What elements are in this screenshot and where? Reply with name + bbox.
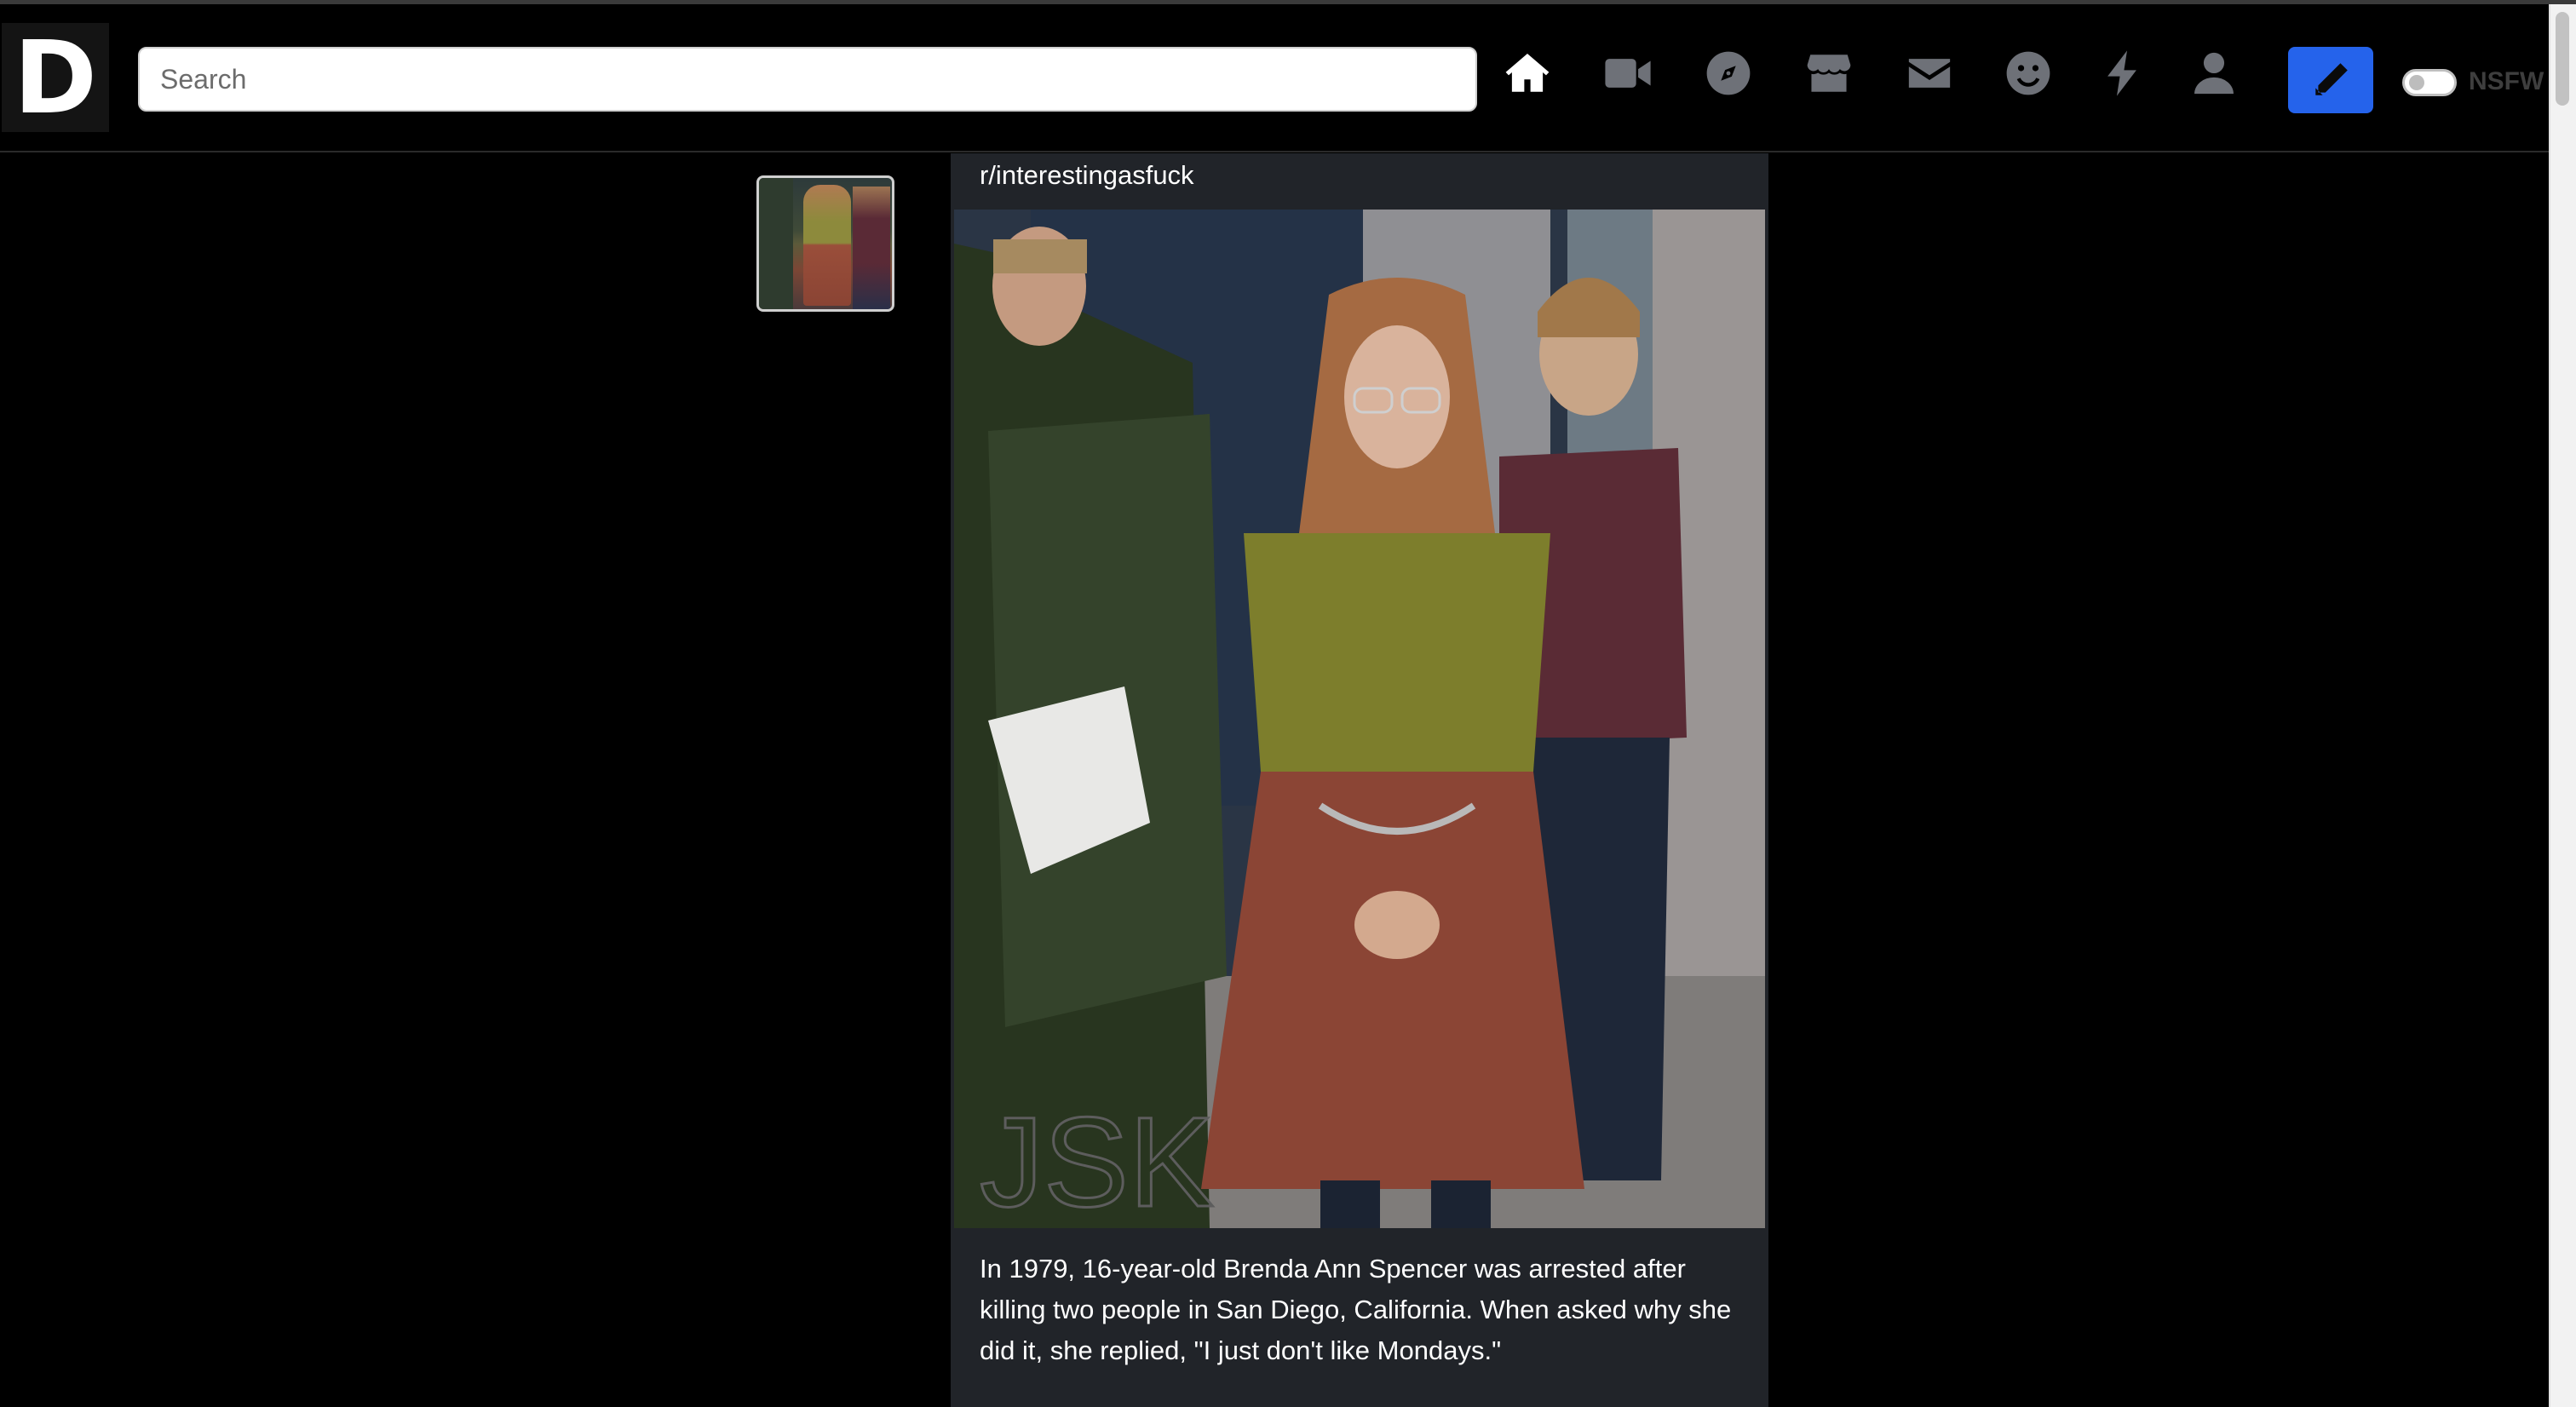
bolt-icon[interactable]	[2092, 43, 2152, 103]
video-icon[interactable]	[1598, 43, 1658, 103]
page-scrollbar[interactable]	[2549, 4, 2576, 1407]
home-icon[interactable]	[1498, 43, 1557, 103]
smiley-icon[interactable]	[1998, 43, 2058, 103]
subreddit-link[interactable]: r/interestingasfuck	[980, 160, 1194, 191]
nsfw-toggle[interactable]	[2402, 69, 2457, 96]
post-thumbnail[interactable]	[756, 175, 894, 312]
site-logo[interactable]: D	[2, 23, 109, 132]
nsfw-toggle-knob	[2409, 75, 2424, 90]
page-scrollbar-thumb[interactable]	[2556, 12, 2569, 106]
search-input[interactable]	[138, 47, 1477, 112]
post-image[interactable]: JSK	[954, 210, 1765, 1228]
compose-post-button[interactable]	[2288, 47, 2373, 113]
pencil-icon	[2315, 63, 2348, 95]
thumbnail-figure-right	[853, 187, 890, 309]
store-icon[interactable]	[1799, 43, 1859, 103]
thumbnail-figure-left	[759, 178, 793, 309]
post-caption: In 1979, 16-year-old Brenda Ann Spencer …	[980, 1254, 1732, 1365]
compass-icon[interactable]	[1699, 43, 1758, 103]
mail-icon[interactable]	[1900, 43, 1959, 103]
image-watermark: JSK	[980, 1090, 1214, 1228]
post-card: r/interestingasfuck JSK In 1979, 16-year…	[951, 153, 1768, 1407]
thumbnail-figure-center	[803, 185, 851, 306]
user-icon[interactable]	[2184, 43, 2244, 103]
top-navbar: D NSFW	[0, 4, 2576, 152]
nsfw-label: NSFW	[2469, 67, 2544, 95]
